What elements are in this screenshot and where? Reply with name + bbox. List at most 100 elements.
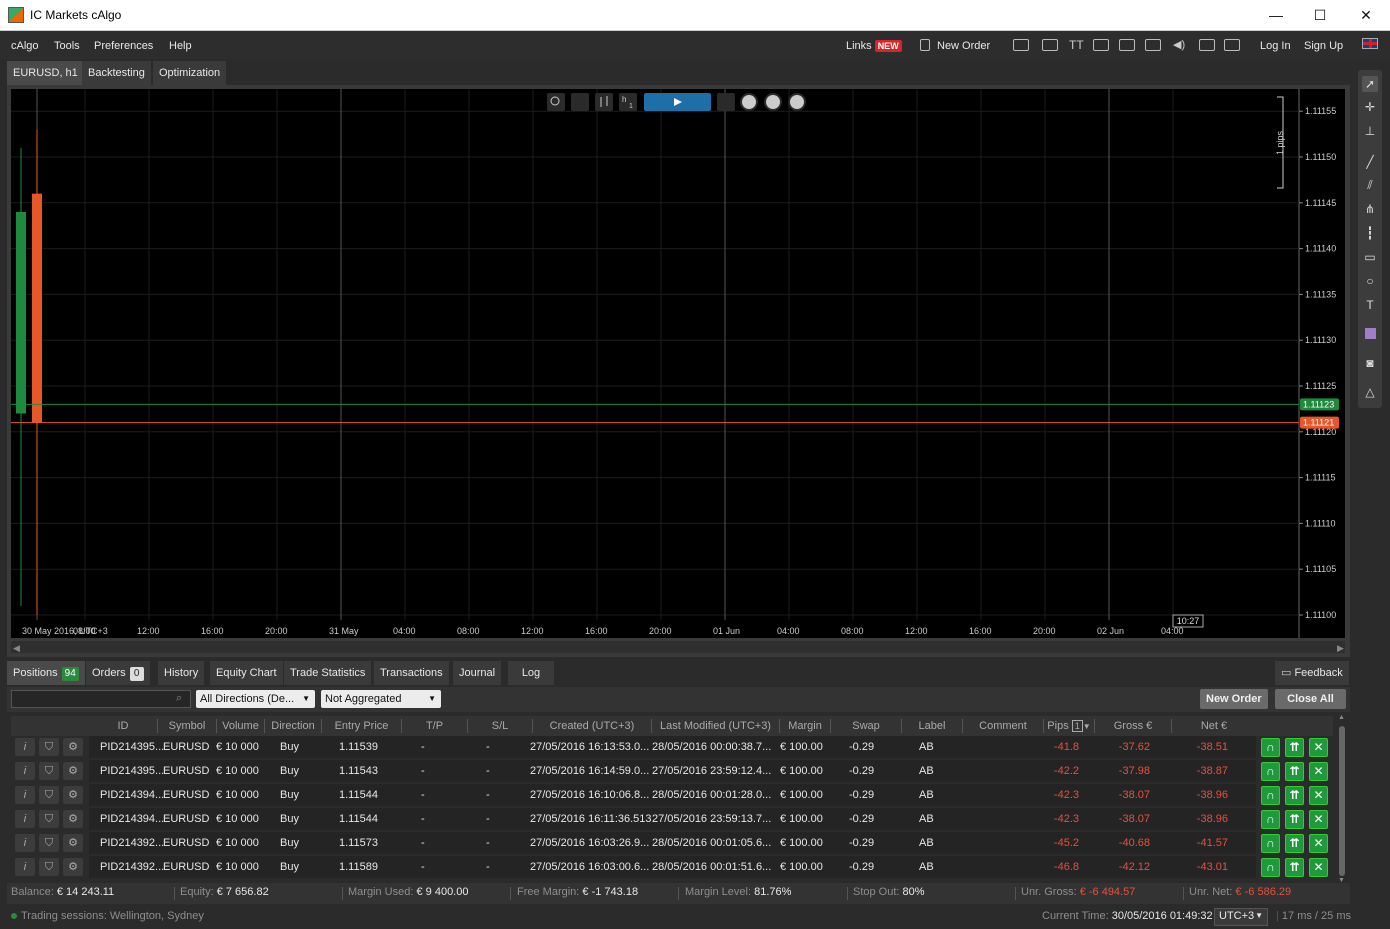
gear-icon[interactable]: ⚙ — [63, 834, 83, 852]
layout-icon[interactable] — [1199, 39, 1215, 51]
reverse-position-icon[interactable]: ∩ — [1261, 810, 1280, 829]
fibonacci-retracement-icon[interactable]: ┇ — [1362, 225, 1378, 241]
close-position-icon[interactable]: ✕ — [1309, 858, 1328, 877]
gear-icon[interactable]: ⚙ — [63, 858, 83, 876]
shield-icon[interactable]: ⛉ — [39, 858, 59, 876]
col-volume[interactable]: Volume — [217, 716, 264, 736]
col-swap[interactable]: Swap — [831, 716, 901, 736]
rectangle-icon[interactable]: ▭ — [1362, 249, 1378, 265]
alert-bell-icon[interactable]: △ — [1362, 384, 1378, 400]
menu-calgo[interactable]: cAlgo — [11, 40, 39, 52]
info-icon[interactable]: i — [15, 858, 35, 876]
shield-icon[interactable]: ⛉ — [39, 738, 59, 756]
positions-vertical-scrollbar[interactable]: ▲ ▼ — [1337, 714, 1347, 884]
close-position-icon[interactable]: ✕ — [1309, 738, 1328, 757]
text-size-icon[interactable]: TT — [1069, 39, 1085, 51]
col-id[interactable]: ID — [89, 716, 157, 736]
measure-icon[interactable]: ⊥ — [1362, 123, 1378, 139]
menu-help[interactable]: Help — [169, 40, 192, 52]
camera-icon[interactable]: ◙ — [1362, 355, 1378, 371]
double-position-icon[interactable]: ⇈ — [1285, 738, 1304, 757]
double-position-icon[interactable]: ⇈ — [1285, 858, 1304, 877]
tab-history[interactable]: History — [158, 661, 205, 685]
new-order-button[interactable]: New Order — [1200, 689, 1268, 709]
close-position-icon[interactable]: ✕ — [1309, 786, 1328, 805]
table-row[interactable]: i ⛉ ⚙ PID214392... EURUSD € 10 000 Buy 1.11589 -… — [11, 856, 1341, 878]
chart-settings-icon[interactable] — [571, 93, 589, 111]
close-button[interactable]: ✕ — [1343, 0, 1389, 31]
tab-positions[interactable]: Positions 94 — [7, 661, 85, 685]
col-tp[interactable]: T/P — [402, 716, 467, 736]
tab-eurusd-h1[interactable]: EURUSD, h1 — [7, 61, 84, 85]
table-row[interactable]: i ⛉ ⚙ PID214394... EURUSD € 10 000 Buy 1.11544 -… — [11, 808, 1341, 830]
uk-flag-icon[interactable] — [1362, 38, 1378, 49]
col-gross[interactable]: Gross € — [1095, 716, 1171, 736]
scroll-up-icon[interactable]: ▲ — [1338, 714, 1345, 721]
info-icon[interactable]: i — [15, 810, 35, 828]
reverse-position-icon[interactable]: ∩ — [1261, 834, 1280, 853]
table-row[interactable]: i ⛉ ⚙ PID214392... EURUSD € 10 000 Buy 1.11573 -… — [11, 832, 1341, 854]
col-created[interactable]: Created (UTC+3) — [533, 716, 651, 736]
menu-tools[interactable]: Tools — [54, 40, 80, 52]
shield-icon[interactable]: ⛉ — [39, 834, 59, 852]
close-all-button[interactable]: Close All — [1275, 689, 1346, 709]
scrollbar-thumb[interactable] — [1339, 726, 1345, 876]
tab-backtesting[interactable]: Backtesting — [82, 61, 151, 85]
feedback-button[interactable]: ▭ Feedback — [1275, 661, 1349, 685]
info-icon[interactable]: i — [15, 762, 35, 780]
candle-body[interactable] — [16, 211, 26, 414]
table-row[interactable]: i ⛉ ⚙ PID214395... EURUSD € 10 000 Buy 1.11543 -… — [11, 760, 1341, 782]
shield-icon[interactable]: ⛉ — [39, 810, 59, 828]
ellipse-icon[interactable]: ○ — [1362, 273, 1378, 289]
double-position-icon[interactable]: ⇈ — [1285, 810, 1304, 829]
col-pips[interactable]: Pips 1 ▼ — [1044, 716, 1094, 736]
chart-horizontal-scrollbar[interactable] — [11, 641, 1345, 653]
info-icon[interactable]: i — [15, 738, 35, 756]
reverse-position-icon[interactable]: ∩ — [1261, 858, 1280, 877]
gear-icon[interactable]: ⚙ — [63, 810, 83, 828]
login-button[interactable]: Log In — [1260, 40, 1291, 52]
scroll-right-icon[interactable]: ▶ — [1337, 644, 1344, 654]
new-order-menu[interactable]: New Order — [937, 40, 990, 52]
tab-optimization[interactable]: Optimization — [153, 61, 227, 85]
price-chart[interactable]: 1.11155 1.11150 1.11145 1.11140 1.11135 1.111… — [7, 85, 1350, 657]
fibonacci-fan-icon[interactable]: ⫽ — [1362, 177, 1378, 193]
double-position-icon[interactable]: ⇈ — [1285, 834, 1304, 853]
fullscreen-icon[interactable] — [1224, 39, 1240, 51]
price-axis[interactable] — [1299, 89, 1345, 638]
close-position-icon[interactable]: ✕ — [1309, 762, 1328, 781]
gear-icon[interactable]: ⚙ — [63, 786, 83, 804]
tab-transactions[interactable]: Transactions — [374, 661, 449, 685]
double-position-icon[interactable]: ⇈ — [1285, 762, 1304, 781]
candle-body[interactable] — [32, 193, 42, 423]
col-direction[interactable]: Direction — [265, 716, 321, 736]
info-icon[interactable]: i — [15, 834, 35, 852]
timezone-dropdown[interactable]: UTC+3 ▼ — [1214, 908, 1268, 926]
tab-log[interactable]: Log — [508, 661, 554, 685]
crosshair-icon[interactable]: ✛ — [1362, 99, 1378, 115]
col-entry-price[interactable]: Entry Price — [322, 716, 401, 736]
color-picker-icon[interactable] — [1362, 326, 1378, 342]
minimize-button[interactable]: — — [1253, 0, 1299, 31]
robot-icon[interactable] — [1042, 39, 1058, 51]
sound-icon[interactable]: ◀) — [1173, 39, 1189, 51]
tab-trade-statistics[interactable]: Trade Statistics — [284, 661, 372, 685]
andrews-pitchfork-icon[interactable]: ⋔ — [1362, 201, 1378, 217]
chart-type-icon[interactable] — [595, 93, 613, 111]
close-position-icon[interactable]: ✕ — [1309, 810, 1328, 829]
cursor-icon[interactable]: ➚ — [1362, 76, 1378, 92]
shield-icon[interactable]: ⛉ — [39, 786, 59, 804]
table-row[interactable]: i ⛉ ⚙ PID214395... EURUSD € 10 000 Buy 1.11539 -… — [11, 736, 1341, 758]
col-margin[interactable]: Margin — [780, 716, 830, 736]
close-position-icon[interactable]: ✕ — [1309, 834, 1328, 853]
chart-plot-area[interactable] — [11, 89, 1299, 638]
tab-journal[interactable]: Journal — [453, 661, 502, 685]
table-row[interactable]: i ⛉ ⚙ PID214394... EURUSD € 10 000 Buy 1.11544 -… — [11, 784, 1341, 806]
zoom-icon[interactable] — [547, 93, 565, 111]
tab-orders[interactable]: Orders 0 — [86, 661, 150, 685]
list-icon[interactable] — [717, 93, 735, 111]
reverse-position-icon[interactable]: ∩ — [1261, 762, 1280, 781]
reverse-position-icon[interactable]: ∩ — [1261, 738, 1280, 757]
menu-preferences[interactable]: Preferences — [94, 40, 153, 52]
positions-search-input[interactable] — [11, 690, 191, 708]
